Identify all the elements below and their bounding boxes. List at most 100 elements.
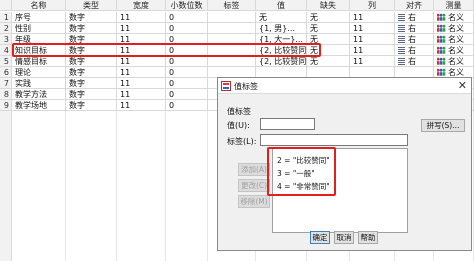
grid-cell-type[interactable]: 数字 <box>66 23 117 34</box>
measure-value: 名义 <box>448 35 464 44</box>
grid-cell-name[interactable]: 情感目标 <box>12 56 66 67</box>
grid-cell-type[interactable]: 数字 <box>66 89 117 100</box>
grid-cell-measure[interactable]: 名义 <box>434 45 474 56</box>
dialog-title-bar: 值标签 ✕ <box>218 78 471 94</box>
grid-cell-label[interactable] <box>208 56 256 67</box>
grid-cell-width[interactable]: 11 <box>117 89 166 100</box>
cancel-button[interactable]: 取消 <box>334 231 354 244</box>
grid-cell-columns[interactable]: 11 <box>350 45 395 56</box>
grid-cell-type[interactable]: 数字 <box>66 78 117 89</box>
grid-cell-width[interactable]: 11 <box>117 12 166 23</box>
grid-cell-type[interactable]: 数字 <box>66 12 117 23</box>
grid-cell-align[interactable]: 右 <box>395 23 434 34</box>
row-number: 8 <box>0 89 12 100</box>
grid-cell-measure[interactable]: 名义 <box>434 56 474 67</box>
column-header[interactable]: 对齐 <box>395 0 434 11</box>
grid-cell-measure[interactable]: 名义 <box>434 34 474 45</box>
grid-cell-type[interactable]: 数字 <box>66 56 117 67</box>
grid-cell-width[interactable]: 11 <box>117 67 166 78</box>
close-icon[interactable]: ✕ <box>458 79 467 92</box>
row-number-column <box>0 111 12 261</box>
column-header[interactable]: 列 <box>350 0 395 11</box>
grid-cell-align[interactable]: 右 <box>395 34 434 45</box>
grid-cell-decimals[interactable]: 0 <box>166 23 208 34</box>
table-row[interactable]: 5情感目标数字110{2, 比较赞同}...无11右名义 <box>0 56 474 67</box>
nominal-measure-icon <box>437 24 446 32</box>
change-button[interactable]: 更改(C) <box>238 179 270 192</box>
grid-cell-label[interactable] <box>208 23 256 34</box>
align-right-icon <box>398 47 405 54</box>
ok-button[interactable]: 确定 <box>310 231 330 244</box>
grid-cell-align[interactable]: 右 <box>395 45 434 56</box>
align-value: 右 <box>408 46 416 55</box>
align-value: 右 <box>408 13 416 22</box>
value-field-label: 值(U): <box>227 121 250 130</box>
grid-cell-type[interactable]: 数字 <box>66 67 117 78</box>
grid-cell-width[interactable]: 11 <box>117 78 166 89</box>
grid-cell-decimals[interactable]: 0 <box>166 67 208 78</box>
grid-line <box>116 111 117 261</box>
row-number: 6 <box>0 67 12 78</box>
grid-cell-values[interactable]: 无 <box>256 12 307 23</box>
grid-cell-name[interactable]: 理论 <box>12 67 66 78</box>
grid-cell-columns[interactable]: 11 <box>350 12 395 23</box>
grid-cell-columns[interactable]: 11 <box>350 56 395 67</box>
grid-cell-values[interactable]: {1, 男}... <box>256 23 307 34</box>
grid-cell-values[interactable]: {2, 比较赞同}... <box>256 56 307 67</box>
nominal-measure-icon <box>437 68 446 76</box>
grid-cell-label[interactable] <box>208 12 256 23</box>
remove-button[interactable]: 移除(M) <box>238 195 270 208</box>
list-highlight-box <box>267 147 336 196</box>
grid-cell-columns[interactable]: 11 <box>350 34 395 45</box>
nominal-measure-icon <box>437 13 446 21</box>
table-row[interactable]: 2 性别 数字 11 0 {1, 男}... 无 11 右名义 <box>0 23 474 34</box>
grid-cell-name[interactable]: 教学方法 <box>12 89 66 100</box>
grid-cell-missing[interactable]: 无 <box>307 12 350 23</box>
align-right-icon <box>398 58 405 65</box>
row-number: 5 <box>0 56 12 67</box>
grid-cell-measure[interactable]: 名义 <box>434 12 474 23</box>
column-header[interactable]: 名称 <box>12 0 66 11</box>
grid-cell-decimals[interactable]: 0 <box>166 100 208 111</box>
grid-cell-name[interactable]: 教学场地 <box>12 100 66 111</box>
column-header[interactable]: 测量 <box>434 0 474 11</box>
grid-cell-decimals[interactable]: 0 <box>166 89 208 100</box>
grid-cell-decimals[interactable]: 0 <box>166 12 208 23</box>
table-row[interactable]: 1 序号 数字 11 0 无无 11 右名义 <box>0 12 474 23</box>
grid-cell-columns[interactable]: 11 <box>350 23 395 34</box>
grid-cell-name[interactable]: 实践 <box>12 78 66 89</box>
column-header[interactable]: 标签 <box>208 0 256 11</box>
grid-cell-type[interactable]: 数字 <box>66 100 117 111</box>
align-right-icon <box>398 14 405 21</box>
grid-cell-name[interactable]: 序号 <box>12 12 66 23</box>
column-header[interactable]: 宽度 <box>117 0 166 11</box>
align-right-icon <box>398 25 405 32</box>
grid-cell-measure[interactable]: 名义 <box>434 23 474 34</box>
help-button[interactable]: 帮助 <box>358 231 378 244</box>
grid-cell-width[interactable]: 11 <box>117 56 166 67</box>
column-header[interactable]: 小数位数 <box>166 0 208 11</box>
label-input[interactable] <box>260 134 408 146</box>
value-input[interactable] <box>260 118 315 130</box>
add-button[interactable]: 添加(A) <box>238 163 270 176</box>
grid-cell-missing[interactable]: 无 <box>307 23 350 34</box>
grid-cell-decimals[interactable]: 0 <box>166 56 208 67</box>
align-right-icon <box>398 36 405 43</box>
grid-cell-align[interactable]: 右 <box>395 12 434 23</box>
grid-cell-missing[interactable]: 无 <box>307 56 350 67</box>
nominal-measure-icon <box>437 35 446 43</box>
grid-cell-width[interactable]: 11 <box>117 100 166 111</box>
grid-cell-align[interactable]: 右 <box>395 56 434 67</box>
grid-cell-width[interactable]: 11 <box>117 23 166 34</box>
spelling-button[interactable]: 拼写(S)... <box>421 119 465 132</box>
column-header[interactable]: 值 <box>256 0 307 11</box>
grid-cell-decimals[interactable]: 0 <box>166 78 208 89</box>
column-header[interactable]: 缺失 <box>307 0 350 11</box>
row-number: 2 <box>0 23 12 34</box>
align-value: 右 <box>408 57 416 66</box>
section-heading: 值标签 <box>227 107 251 116</box>
column-header[interactable]: 类型 <box>66 0 117 11</box>
measure-value: 名义 <box>448 46 464 55</box>
grid-cell-name[interactable]: 性别 <box>12 23 66 34</box>
align-value: 右 <box>408 35 416 44</box>
